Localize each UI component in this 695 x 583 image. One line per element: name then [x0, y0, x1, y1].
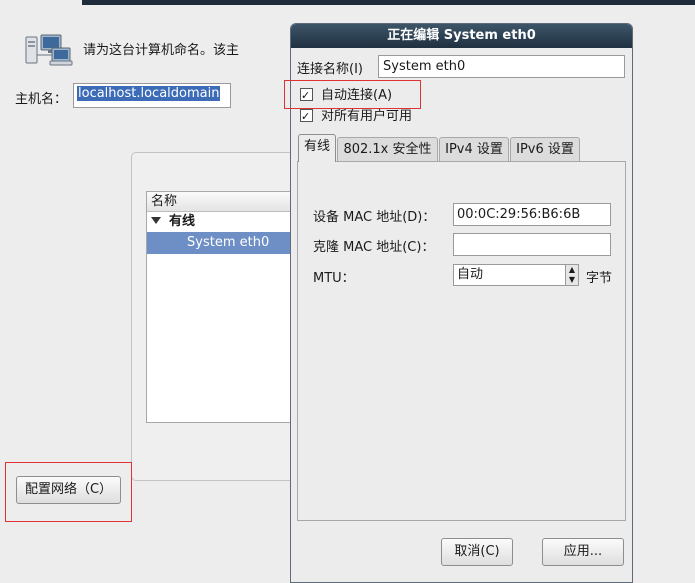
list-item[interactable]: System eth0 [147, 232, 291, 254]
configure-network-button[interactable]: 配置网络（C） [16, 476, 121, 504]
tab-ipv6-settings[interactable]: IPv6 设置 [510, 137, 580, 162]
connection-name-input[interactable]: System eth0 [378, 55, 625, 78]
spin-down-icon[interactable]: ▼ [566, 275, 578, 285]
expander-down-icon[interactable] [151, 217, 161, 224]
mtu-input[interactable]: 自动 [453, 264, 566, 286]
hostname-prompt: 请为这台计算机命名。该主 [83, 43, 240, 58]
tab-wired[interactable]: 有线 [298, 134, 336, 162]
network-computers-icon [24, 33, 74, 69]
list-group-label: 有线 [169, 214, 196, 229]
cloned-mac-input[interactable] [453, 233, 611, 256]
hostname-value: localhost.localdomain [77, 86, 221, 101]
tab-ipv4-settings[interactable]: IPv4 设置 [439, 137, 509, 162]
spin-up-icon[interactable]: ▲ [566, 265, 578, 275]
all-users-checkbox[interactable]: 对所有用户可用 [300, 107, 412, 127]
mtu-unit: 字节 [586, 271, 613, 286]
hostname-input[interactable]: localhost.localdomain [73, 83, 231, 108]
list-column-header[interactable]: 名称 [147, 192, 291, 212]
hostname-label: 主机名： [15, 92, 68, 107]
top-bar [82, 0, 695, 5]
checkbox-checked-icon[interactable] [300, 107, 313, 127]
device-mac-label: 设备 MAC 地址(D)： [313, 210, 436, 225]
mtu-label: MTU： [313, 271, 355, 286]
list-group-wired[interactable]: 有线 [147, 212, 291, 232]
mtu-spinner[interactable]: ▲ ▼ [565, 264, 579, 286]
device-mac-input[interactable]: 00:0C:29:56:B6:6B [453, 203, 611, 226]
tab-8021x-security[interactable]: 802.1x 安全性 [337, 137, 438, 162]
connections-list[interactable]: 名称 有线 System eth0 [146, 191, 292, 423]
cancel-button[interactable]: 取消(C) [441, 538, 513, 566]
cloned-mac-label: 克隆 MAC 地址(C)： [313, 240, 435, 255]
annotation-highlight-auto-connect [284, 80, 421, 109]
connection-name-label: 连接名称(I) [297, 62, 363, 77]
apply-button[interactable]: 应用... [542, 538, 624, 566]
all-users-label: 对所有用户可用 [321, 109, 413, 124]
dialog-title: 正在编辑 System eth0 [291, 24, 632, 48]
